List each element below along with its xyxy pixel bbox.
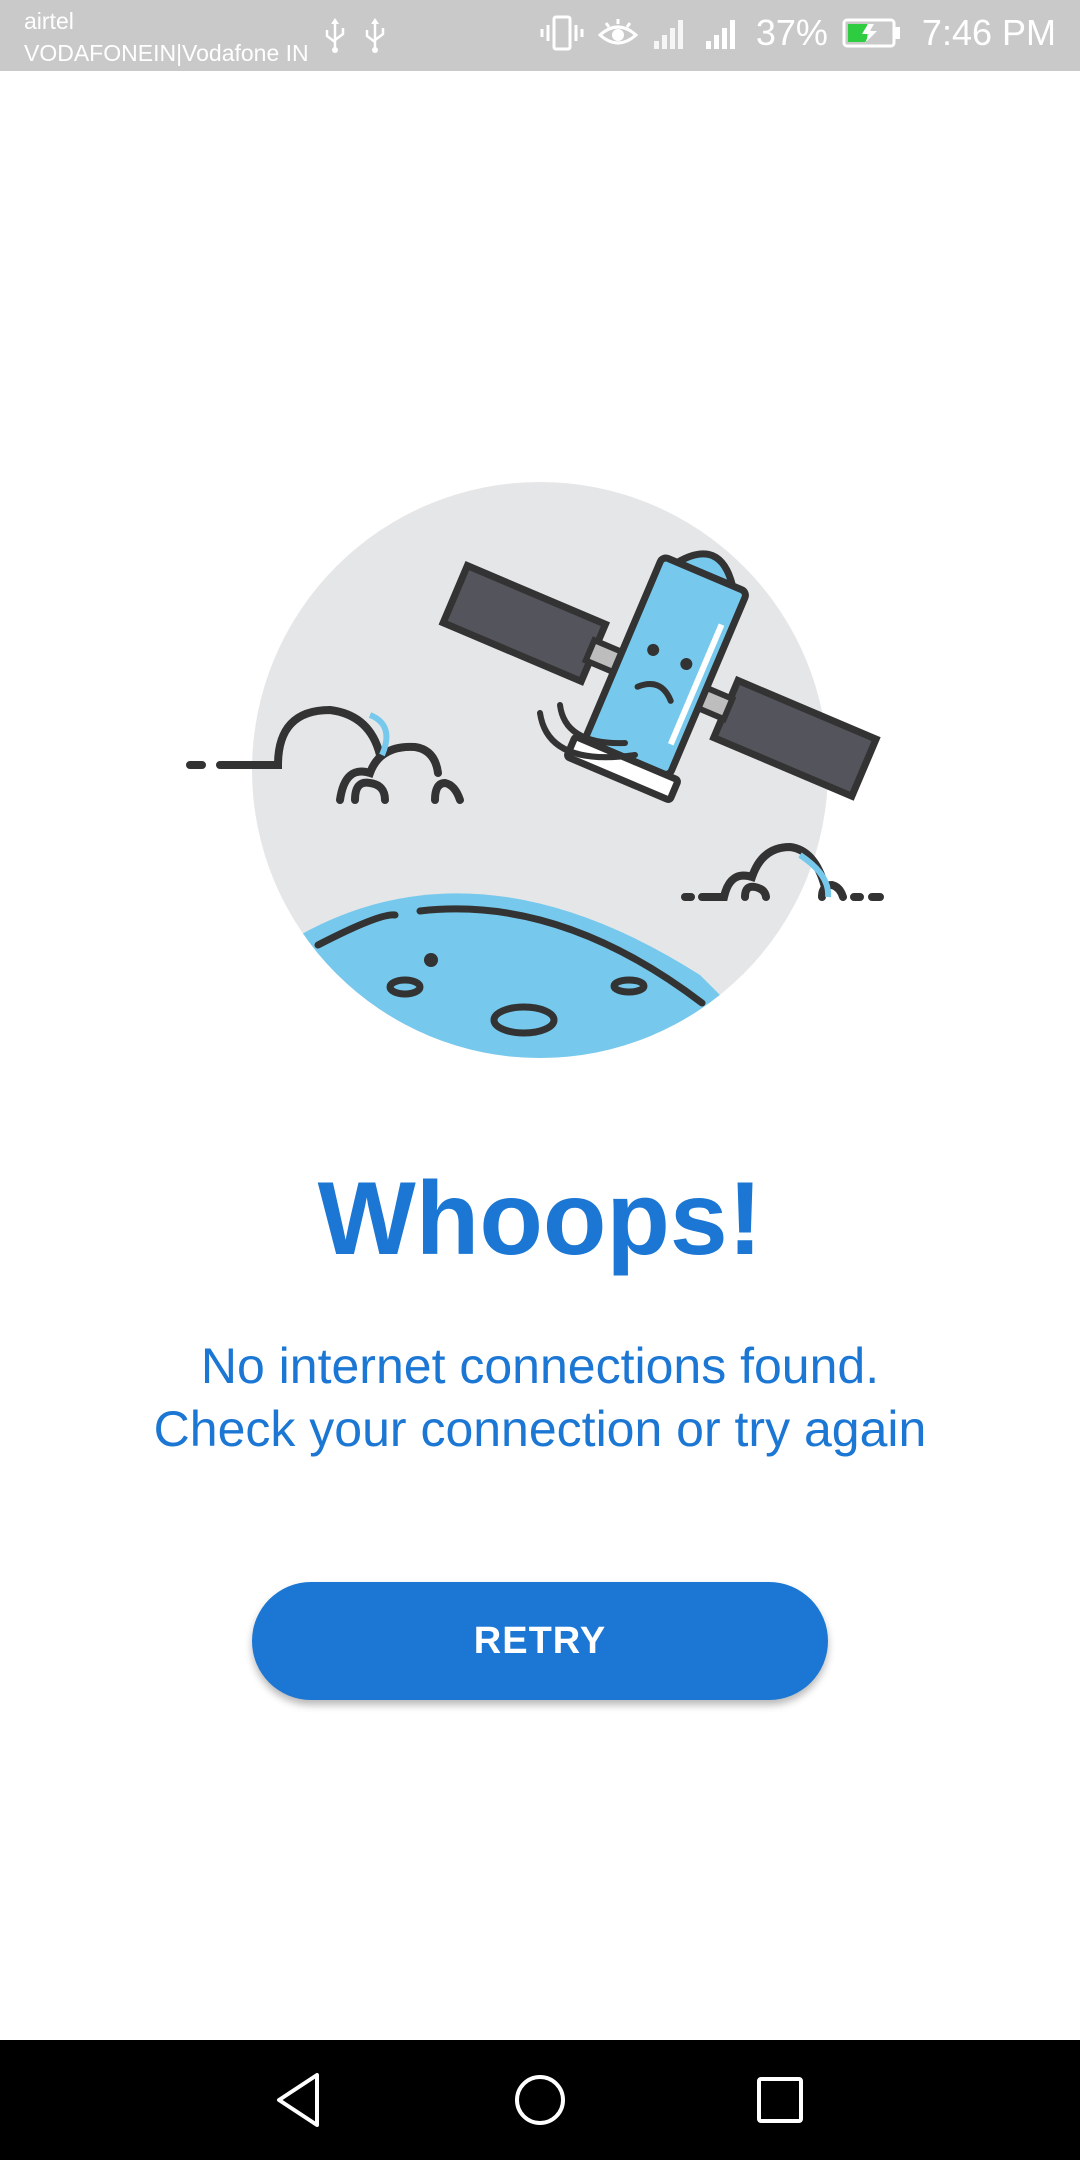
error-message: No internet connections found. Check you… [0,1335,1080,1461]
error-title: Whoops! [317,1161,763,1277]
status-bar: airtel VODAFONEIN|Vodafone IN 37% 7:46 P… [0,0,1080,71]
battery-charging-icon [842,18,900,48]
signal-icon [705,20,735,49]
clock: 7:46 PM [921,12,1056,53]
carrier-primary: airtel [24,8,74,34]
signal-icon [653,20,683,49]
usb-icon [365,18,385,53]
navigation-bar [0,2040,1080,2160]
error-message-line-2: Check your connection or try again [153,1401,927,1457]
back-icon[interactable] [265,2065,335,2135]
eye-icon [597,19,638,45]
notification-icons [322,18,388,54]
retry-button[interactable]: RETRY [252,1582,828,1700]
usb-icon [325,18,345,53]
recents-icon[interactable] [745,2065,815,2135]
satellite-illustration [186,482,884,1058]
battery-percent: 37% [755,12,828,53]
carrier-secondary: VODAFONEIN|Vodafone IN [24,40,309,66]
error-message-line-1: No internet connections found. [200,1338,880,1394]
vibrate-icon [540,15,584,51]
system-indicators: 37% 7:46 PM [540,12,1056,54]
home-icon[interactable] [505,2065,575,2135]
